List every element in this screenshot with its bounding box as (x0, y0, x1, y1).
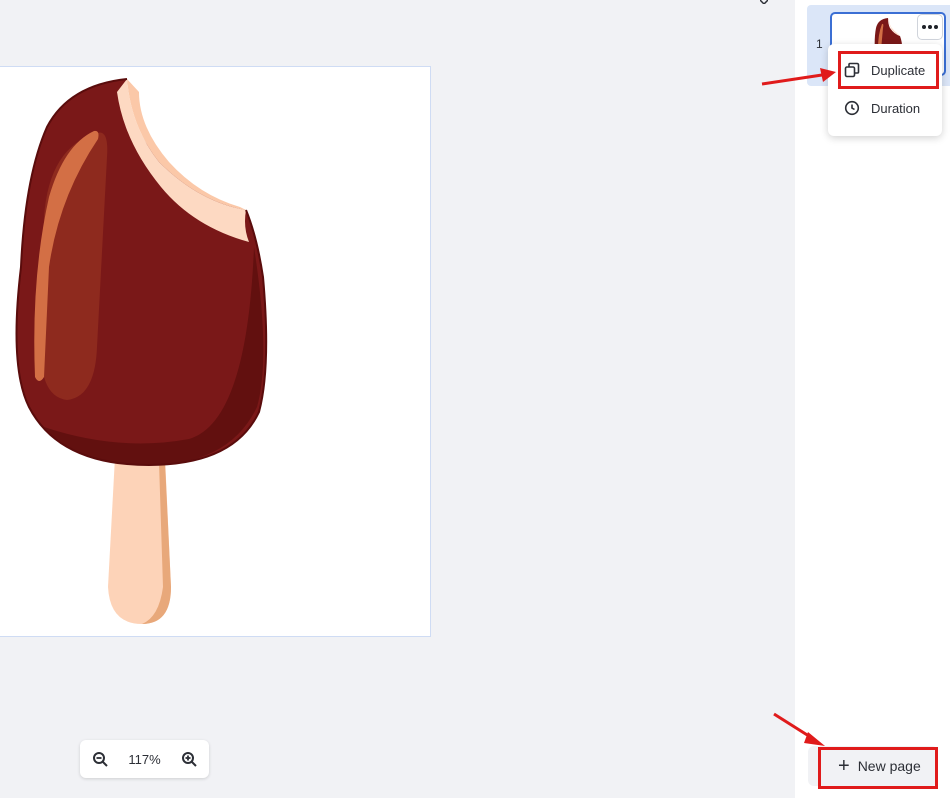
clock-icon (843, 99, 861, 117)
zoom-control: 117% (80, 740, 209, 778)
zoom-in-icon[interactable] (179, 749, 199, 769)
annotation-box-new-page (818, 747, 938, 789)
annotation-box-duplicate (838, 51, 939, 89)
page-number: 1 (816, 37, 823, 51)
popsicle-illustration[interactable] (0, 67, 430, 636)
more-options-button[interactable] (917, 14, 943, 40)
partial-chevron-icon (760, 0, 768, 4)
canvas-page[interactable] (0, 66, 431, 637)
more-horizontal-icon (922, 25, 938, 29)
menu-item-duration[interactable]: Duration (828, 91, 942, 125)
zoom-out-icon[interactable] (90, 749, 110, 769)
zoom-level[interactable]: 117% (128, 752, 160, 767)
menu-item-label: Duration (871, 100, 921, 116)
